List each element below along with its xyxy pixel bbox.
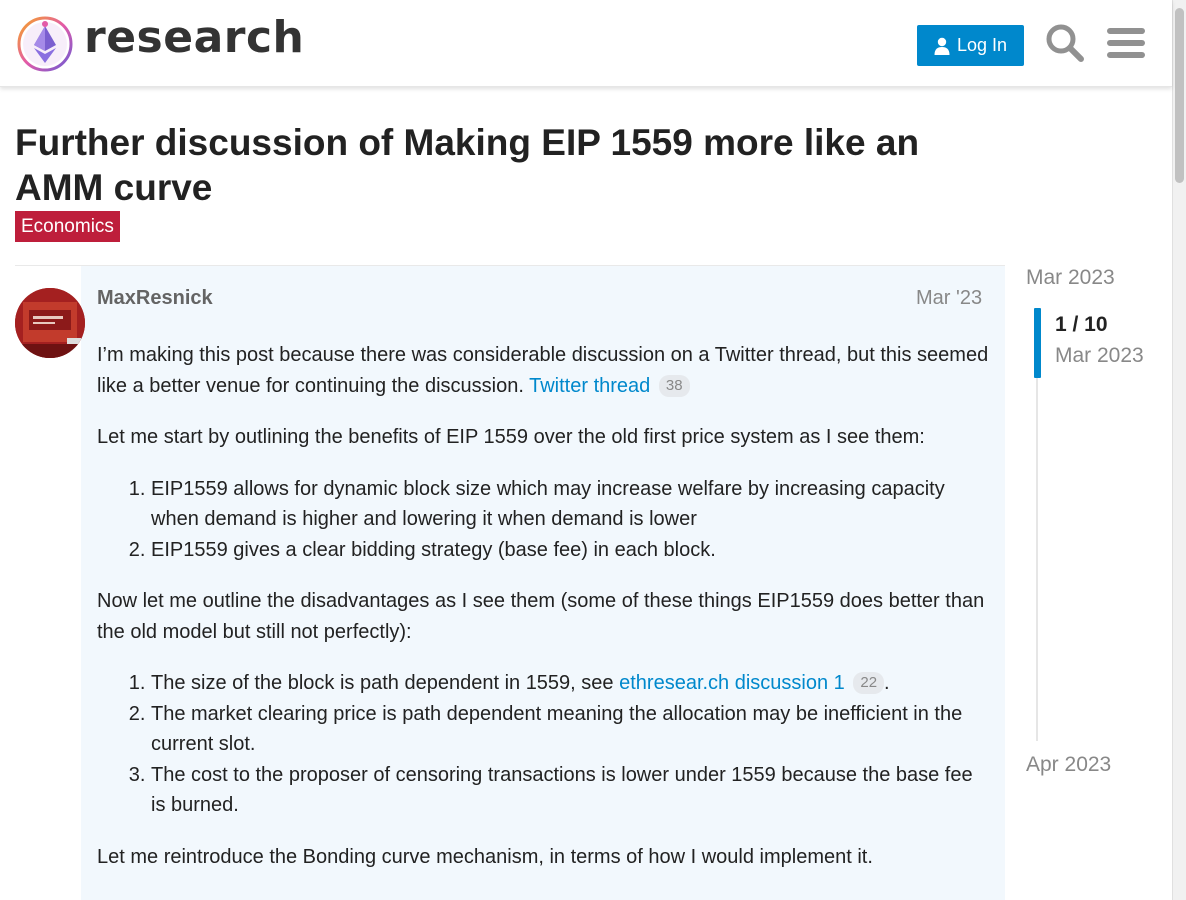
timeline-start-date[interactable]: Mar 2023 bbox=[1026, 266, 1115, 290]
search-icon[interactable] bbox=[1045, 23, 1085, 63]
paragraph: I’m making this post because there was c… bbox=[97, 340, 992, 401]
twitter-thread-link[interactable]: Twitter thread bbox=[529, 375, 650, 397]
timeline-position: 1 / 10 bbox=[1055, 313, 1108, 336]
link-click-count: 38 bbox=[658, 374, 690, 397]
post-content: I’m making this post because there was c… bbox=[97, 340, 992, 893]
list-item: EIP1559 allows for dynamic block size wh… bbox=[151, 474, 992, 535]
list-item: EIP1559 gives a clear bidding strategy (… bbox=[151, 535, 992, 566]
topic-title[interactable]: Further discussion of Making EIP 1559 mo… bbox=[15, 120, 1005, 210]
scrollbar-thumb[interactable] bbox=[1175, 8, 1184, 183]
benefits-list: EIP1559 allows for dynamic block size wh… bbox=[151, 474, 992, 566]
timeline-handle[interactable] bbox=[1034, 308, 1041, 378]
site-name[interactable]: research bbox=[84, 12, 304, 63]
list-item-text: The size of the block is path dependent … bbox=[151, 672, 620, 694]
site-logo[interactable] bbox=[15, 14, 75, 74]
paragraph: Let me start by outlining the benefits o… bbox=[97, 426, 925, 448]
post-date[interactable]: Mar '23 bbox=[916, 287, 982, 310]
link-click-count: 22 bbox=[853, 672, 885, 694]
timeline-end-date[interactable]: Apr 2023 bbox=[1026, 753, 1111, 777]
category-badge[interactable]: Economics bbox=[15, 211, 120, 242]
avatar[interactable] bbox=[15, 288, 85, 358]
hamburger-menu-icon[interactable] bbox=[1107, 25, 1145, 61]
login-button[interactable]: Log In bbox=[917, 25, 1024, 66]
ethresearch-discussion-link[interactable]: ethresear.ch discussion 1 bbox=[619, 672, 845, 694]
paragraph: Let me reintroduce the Bonding curve mec… bbox=[97, 845, 873, 868]
disadvantages-list: The size of the block is path dependent … bbox=[151, 668, 992, 821]
login-label: Log In bbox=[956, 35, 1008, 55]
site-header: research Log In bbox=[0, 0, 1172, 87]
page-scrollbar[interactable] bbox=[1172, 0, 1186, 900]
list-item: The cost to the proposer of censoring tr… bbox=[151, 760, 992, 821]
timeline-position-date: Mar 2023 bbox=[1055, 344, 1144, 367]
list-item-end: . bbox=[884, 672, 890, 694]
paragraph: Now let me outline the disadvantages as … bbox=[97, 590, 985, 643]
page: research Log In Further discussion of Ma… bbox=[0, 0, 1186, 900]
list-item: The market clearing price is path depend… bbox=[151, 699, 992, 760]
post-author[interactable]: MaxResnick bbox=[97, 287, 213, 310]
user-icon bbox=[934, 37, 950, 55]
list-item: The size of the block is path dependent … bbox=[151, 668, 992, 699]
